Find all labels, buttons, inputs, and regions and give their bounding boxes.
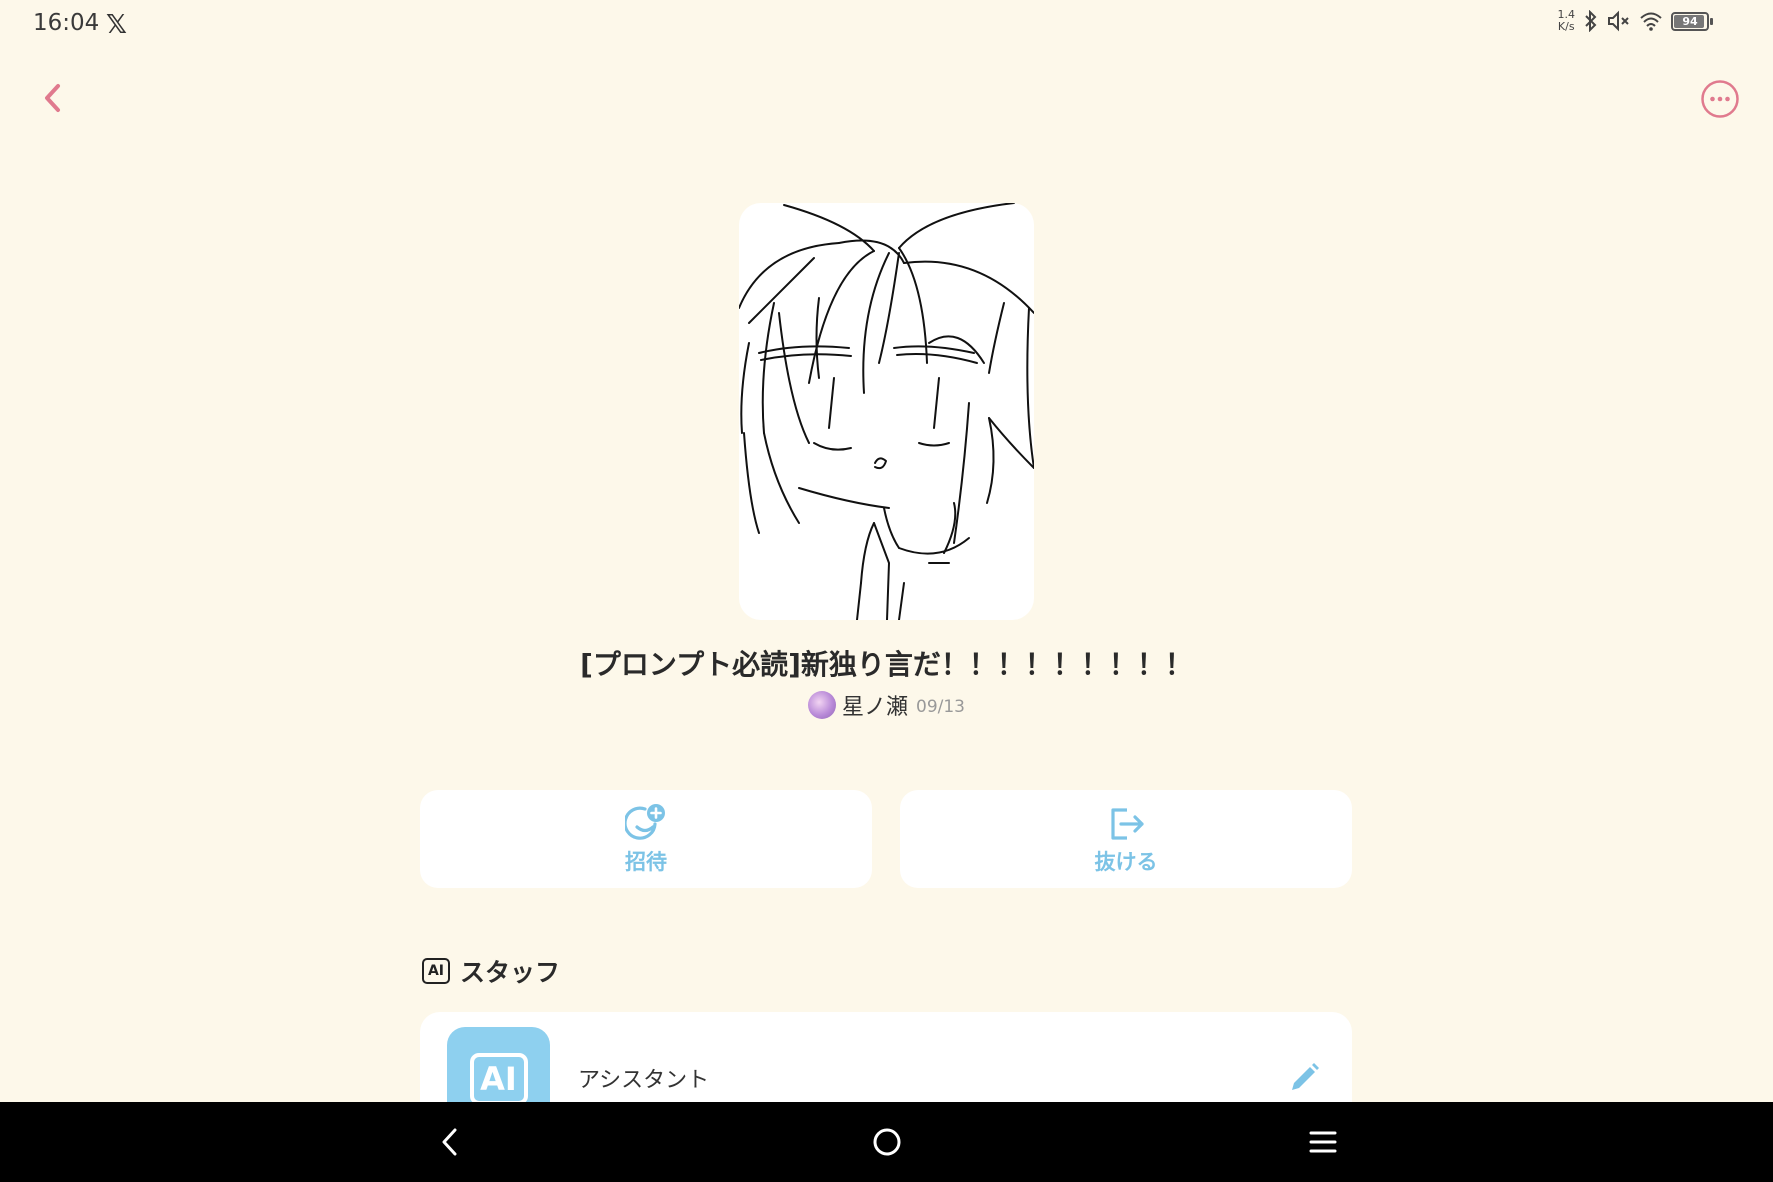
- x-icon: 𝕏: [106, 10, 127, 40]
- home-circle-icon: [873, 1128, 901, 1156]
- wifi-icon: [1640, 12, 1662, 31]
- leave-button[interactable]: 抜ける: [900, 790, 1352, 888]
- mute-icon: [1608, 10, 1629, 32]
- network-speed-unit: K/s: [1557, 20, 1575, 33]
- character-sketch: [739, 203, 1034, 620]
- staff-name: アシスタント: [578, 1068, 710, 1093]
- staff-section-title: スタッフ: [460, 958, 561, 987]
- status-bar: 16:04 𝕏 1.4 K/s 94: [0, 0, 1773, 48]
- screen: 16:04 𝕏 1.4 K/s 94 [プロンプト必読]新独り言だ！！！！！！！…: [0, 0, 1773, 1182]
- ai-badge-icon: AI: [422, 958, 450, 984]
- more-circle-icon: [1701, 80, 1739, 118]
- owner-info[interactable]: 星ノ瀬 09/13: [0, 689, 1773, 721]
- edit-staff-button[interactable]: [1286, 1060, 1322, 1096]
- nav-home-button[interactable]: [861, 1116, 913, 1168]
- owner-avatar: [807, 691, 836, 719]
- nav-recents-button[interactable]: [1297, 1116, 1349, 1168]
- invite-label: 招待: [625, 850, 667, 874]
- back-button[interactable]: [34, 76, 72, 120]
- bluetooth-icon: [1585, 10, 1597, 32]
- exit-icon: [1111, 808, 1144, 840]
- invite-button[interactable]: 招待: [420, 790, 872, 888]
- more-options-button[interactable]: [1700, 79, 1740, 119]
- leave-label: 抜ける: [1094, 850, 1158, 874]
- created-date: 09/13: [916, 697, 965, 717]
- battery-nub: [1710, 17, 1713, 25]
- room-title: [プロンプト必読]新独り言だ！！！！！！！！！: [580, 648, 1193, 681]
- battery-icon: 94: [1671, 11, 1713, 31]
- back-triangle-icon: [442, 1128, 457, 1156]
- recents-menu-icon: [1309, 1131, 1337, 1153]
- ai-icon: AI: [469, 1052, 528, 1105]
- chevron-left-icon: [45, 84, 60, 112]
- add-user-smile-icon: [625, 804, 665, 840]
- nav-back-button[interactable]: [424, 1116, 476, 1168]
- owner-name: 星ノ瀬: [841, 695, 908, 720]
- system-nav-bar: [0, 1102, 1773, 1182]
- battery-level: 94: [1682, 14, 1698, 28]
- status-icons: 1.4 K/s 94: [1558, 9, 1713, 33]
- status-time: 16:04: [33, 10, 100, 36]
- room-avatar-image[interactable]: [739, 203, 1034, 620]
- network-speed: 1.4 K/s: [1558, 9, 1576, 33]
- pencil-icon: [1292, 1063, 1319, 1090]
- staff-section-header: AI スタッフ: [422, 953, 560, 989]
